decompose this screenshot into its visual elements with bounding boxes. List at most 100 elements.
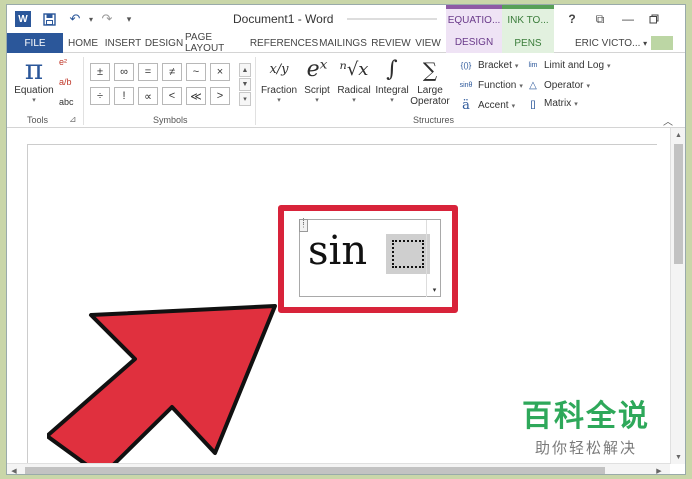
linear-button[interactable]: a/b xyxy=(59,77,72,87)
tab-review[interactable]: REVIEW xyxy=(371,33,411,53)
symbol-proportional[interactable]: ∝ xyxy=(138,87,158,105)
word-logo-icon: W xyxy=(15,11,31,27)
matrix-button[interactable]: [] Matrix ▾ xyxy=(525,98,578,109)
customize-quick-access-icon[interactable]: ▾ xyxy=(121,11,137,27)
radical-dropdown-icon: ▾ xyxy=(352,97,356,104)
accent-dropdown-icon: ▾ xyxy=(511,102,516,110)
integral-icon: ∫ xyxy=(386,57,398,82)
symbols-scroll-up-icon[interactable]: ▲ xyxy=(239,63,251,77)
accent-button[interactable]: ä Accent ▾ xyxy=(457,98,515,113)
user-name: ERIC VICTO... xyxy=(575,37,641,49)
scroll-down-icon[interactable]: ▼ xyxy=(671,450,685,464)
undo-dropdown-icon[interactable]: ▾ xyxy=(83,11,99,27)
function-dropdown-icon: ▾ xyxy=(519,82,523,90)
help-button[interactable]: ? xyxy=(563,10,581,28)
symbol-equals[interactable]: = xyxy=(138,63,158,81)
vertical-scroll-thumb[interactable] xyxy=(674,144,683,264)
operator-button[interactable]: △ Operator ▾ xyxy=(525,80,590,91)
page-margin-left xyxy=(27,144,28,464)
normal-text-button[interactable]: abc xyxy=(59,97,74,107)
function-button[interactable]: sinθ Function ▾ xyxy=(457,80,523,91)
matrix-dropdown-icon: ▾ xyxy=(574,100,578,108)
watermark-title: 百科全说 xyxy=(522,400,650,433)
fraction-dropdown-icon: ▾ xyxy=(277,97,281,104)
fraction-label: Fraction xyxy=(260,85,298,96)
save-icon[interactable] xyxy=(41,11,57,27)
script-label: Script xyxy=(304,85,330,96)
symbol-tilde[interactable]: ~ xyxy=(186,63,206,81)
ribbon: π Equation ▾ e² a/b abc Tools ⊿ ± ∞ = ≠ … xyxy=(7,53,685,128)
group-label-symbols: Symbols xyxy=(153,115,188,125)
tab-insert[interactable]: INSERT xyxy=(103,33,143,53)
restore-icon[interactable] xyxy=(645,10,663,28)
symbol-divide[interactable]: ÷ xyxy=(90,87,110,105)
symbol-much-less-than[interactable]: ≪ xyxy=(186,87,206,105)
radical-icon: ⁿ√x xyxy=(339,59,369,80)
ribbon-tabs: FILE HOME INSERT DESIGN PAGE LAYOUT REFE… xyxy=(7,32,685,54)
equation-box[interactable]: ⋮ ⋮ sin ▾ xyxy=(299,218,441,297)
radical-button[interactable]: ⁿ√x Radical ▾ xyxy=(335,55,373,104)
tab-mailings[interactable]: MAILINGS xyxy=(317,33,369,53)
vertical-scrollbar[interactable]: ▲ ▼ xyxy=(670,128,685,464)
professional-button[interactable]: e² xyxy=(59,57,67,67)
limit-and-log-button[interactable]: lim Limit and Log ▾ xyxy=(525,60,611,71)
integral-button[interactable]: ∫ Integral ▾ xyxy=(373,55,411,104)
equation-options-dropdown-icon[interactable]: ▾ xyxy=(428,283,441,297)
linear-icon: a/b xyxy=(59,77,72,87)
bracket-icon: {()} xyxy=(460,61,472,70)
equation-argument-placeholder[interactable] xyxy=(386,234,430,274)
undo-icon[interactable]: ↶ xyxy=(67,11,83,27)
equation-function-text[interactable]: sin xyxy=(308,228,367,274)
scroll-up-icon[interactable]: ▲ xyxy=(671,128,685,142)
tab-view[interactable]: VIEW xyxy=(412,33,444,53)
professional-icon: e² xyxy=(59,57,68,67)
horizontal-scrollbar[interactable]: ◀ ▶ xyxy=(7,463,670,475)
operator-icon: △ xyxy=(529,80,537,91)
symbol-factorial[interactable]: ! xyxy=(114,87,134,105)
tab-design[interactable]: DESIGN xyxy=(145,33,183,53)
tab-file[interactable]: FILE xyxy=(7,33,63,53)
user-account[interactable]: ERIC VICTO... ▾ xyxy=(575,33,647,53)
document-title: Document1 - Word xyxy=(233,12,334,26)
watermark-subtitle: 助你轻松解决 xyxy=(534,440,637,457)
scroll-left-icon[interactable]: ◀ xyxy=(7,464,21,475)
bracket-button[interactable]: {()} Bracket ▾ xyxy=(457,60,519,71)
document-area[interactable]: ⋮ ⋮ sin ▾ 百科全说 助你轻松解决 ▲ ▼ ◀ ▶ xyxy=(7,128,685,475)
equation-button[interactable]: π Equation ▾ xyxy=(13,55,55,105)
script-button[interactable]: eˣ Script ▾ xyxy=(299,55,335,104)
tab-references[interactable]: REFERENCES xyxy=(250,33,318,53)
symbol-times[interactable]: × xyxy=(210,63,230,81)
symbols-scroll-down-icon[interactable]: ▼ xyxy=(239,78,251,91)
symbol-plus-minus[interactable]: ± xyxy=(90,63,110,81)
tools-launcher-icon[interactable]: ⊿ xyxy=(69,114,77,125)
script-icon: eˣ xyxy=(306,57,328,82)
symbol-less-than[interactable]: < xyxy=(162,87,182,105)
tab-home[interactable]: HOME xyxy=(65,33,101,53)
title-decoration xyxy=(347,18,437,20)
symbol-greater-than[interactable]: > xyxy=(210,87,230,105)
group-label-tools: Tools xyxy=(27,115,49,125)
tab-equation-design[interactable]: DESIGN xyxy=(446,33,502,53)
group-label-structures: Structures xyxy=(413,115,455,125)
large-operator-button[interactable]: ∑ Large Operator xyxy=(407,55,453,107)
fraction-button[interactable]: x/y Fraction ▾ xyxy=(259,55,299,104)
symbol-infinity[interactable]: ∞ xyxy=(114,63,134,81)
scroll-right-icon[interactable]: ▶ xyxy=(652,464,666,475)
tab-page-layout[interactable]: PAGE LAYOUT xyxy=(185,32,251,54)
equation-options-divider xyxy=(426,220,427,297)
bracket-label: Bracket xyxy=(478,60,512,71)
user-dropdown-icon: ▾ xyxy=(643,38,648,48)
equation-move-handle-icon[interactable]: ⋮ ⋮ xyxy=(299,218,308,232)
collapse-ribbon-icon[interactable]: ︿ xyxy=(663,113,673,128)
symbol-not-equal[interactable]: ≠ xyxy=(162,63,182,81)
minimize-button[interactable]: — xyxy=(619,10,637,28)
tab-pens[interactable]: PENS xyxy=(502,33,554,53)
redo-icon[interactable]: ↷ xyxy=(99,11,115,27)
ribbon-display-options-button[interactable]: ⧉ xyxy=(591,10,609,28)
accent-label: Accent xyxy=(478,100,509,111)
horizontal-scroll-thumb[interactable] xyxy=(25,467,605,474)
fraction-icon: x/y xyxy=(269,62,289,77)
avatar[interactable] xyxy=(651,36,673,50)
symbols-more-icon[interactable]: ▾ xyxy=(239,92,251,106)
watermark: 百科全说 助你轻松解决 xyxy=(517,391,655,458)
